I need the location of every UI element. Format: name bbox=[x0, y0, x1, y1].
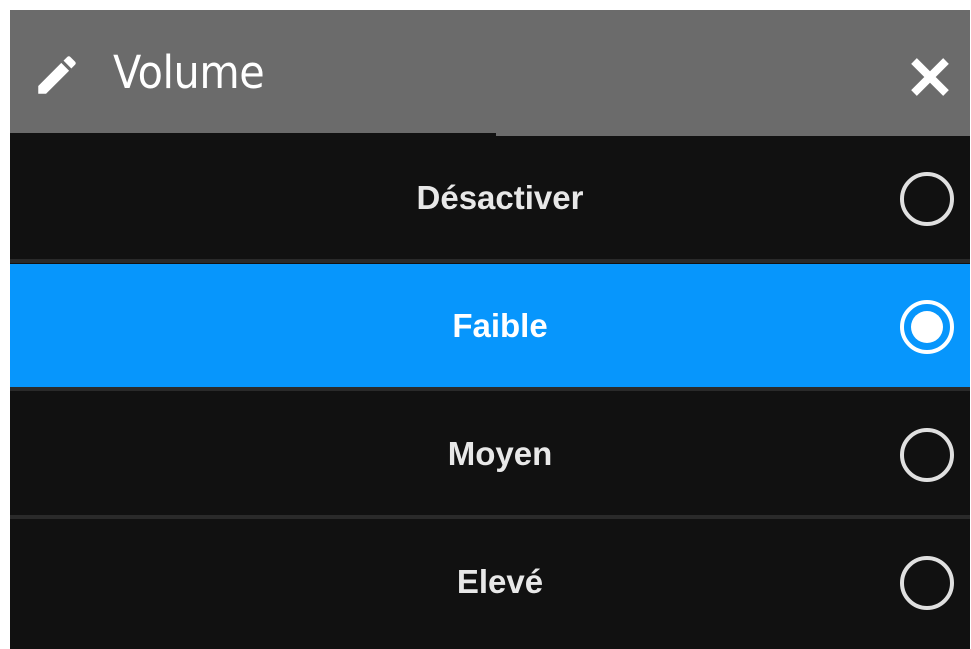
dialog-title: Volume bbox=[113, 46, 265, 99]
divider bbox=[10, 259, 970, 263]
option-label: Faible bbox=[452, 307, 548, 344]
radio-unchecked-icon[interactable] bbox=[898, 554, 956, 612]
option-moyen[interactable]: Moyen bbox=[10, 392, 970, 515]
radio-unchecked-icon[interactable] bbox=[898, 170, 956, 228]
volume-dialog: Volume Désactiver Faible Moyen Elevé bbox=[10, 10, 970, 649]
divider bbox=[10, 387, 970, 391]
option-label: Désactiver bbox=[416, 179, 584, 216]
option-desactiver[interactable]: Désactiver bbox=[10, 136, 970, 259]
dialog-header: Volume bbox=[10, 10, 970, 133]
option-label: Elevé bbox=[456, 563, 544, 600]
radio-unchecked-icon[interactable] bbox=[898, 426, 956, 484]
option-eleve[interactable]: Elevé bbox=[10, 520, 970, 643]
option-label: Moyen bbox=[447, 435, 553, 472]
option-faible[interactable]: Faible bbox=[10, 264, 970, 387]
divider bbox=[10, 515, 970, 519]
pencil-icon bbox=[38, 56, 76, 94]
close-icon[interactable] bbox=[906, 53, 954, 101]
radio-checked-icon[interactable] bbox=[898, 298, 956, 356]
